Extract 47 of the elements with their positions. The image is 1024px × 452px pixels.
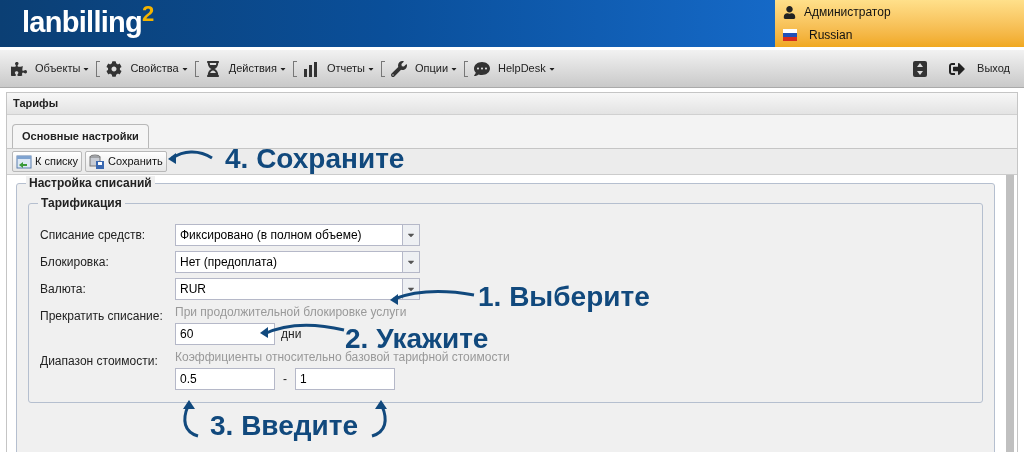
menu-item[interactable]: Отчеты <box>300 60 377 77</box>
dropdown[interactable]: Фиксировано (в полном объеме) <box>175 224 420 246</box>
callout-text: 3. Введите <box>210 412 359 440</box>
field-label: Прекратить списание: <box>40 308 164 325</box>
fieldset-legend: Настройка списаний <box>26 176 155 191</box>
input-field[interactable]: 60 <box>175 323 275 345</box>
user-name[interactable]: Администратор <box>804 3 891 21</box>
user-icon <box>783 5 796 19</box>
settings-icon <box>106 60 123 77</box>
panel-title: Тарифы <box>13 96 59 112</box>
dropdown[interactable]: Нет (предоплата) <box>175 251 420 273</box>
callout-text: 4. Сохраните <box>225 145 405 173</box>
field-label: Диапазон стоимости: <box>40 353 159 370</box>
menu-item[interactable]: Объекты <box>9 60 93 77</box>
tab[interactable]: Основные настройки <box>12 124 149 148</box>
logout-icon <box>949 60 966 77</box>
field-label: Списание средств: <box>40 227 147 244</box>
list-back-icon <box>16 153 32 170</box>
logo: lanbilling$^{2}$ <box>22 4 154 40</box>
input-field[interactable]: 1 <box>295 368 395 390</box>
hourglass-icon <box>204 60 221 77</box>
flag-icon <box>783 29 797 41</box>
language-label[interactable]: Russian <box>809 26 853 44</box>
toolbar-button[interactable]: К списку <box>12 151 82 172</box>
range-separator: - <box>282 371 288 388</box>
fullscreen-icon[interactable] <box>913 60 928 77</box>
menu-item[interactable]: Опции <box>388 60 461 77</box>
field-label: Блокировка: <box>40 254 110 271</box>
input-field[interactable]: 0.5 <box>175 368 275 390</box>
menu-item[interactable]: Действия <box>202 60 289 77</box>
dropdown[interactable]: RUR <box>175 278 420 300</box>
logout-button[interactable]: Выход <box>949 60 1010 77</box>
database-save-icon <box>89 153 105 170</box>
callout-text: 1. Выберите <box>478 283 650 311</box>
callout-arrow <box>168 148 214 164</box>
menu-item[interactable]: Свойства <box>104 60 191 77</box>
unit-label: дни <box>281 326 302 343</box>
puzzle-icon <box>11 60 27 77</box>
hint-text: Коэффициенты относительно базовой тарифной стоимости <box>175 350 510 365</box>
bar-chart-icon <box>302 60 319 77</box>
menu-item[interactable]: HelpDesk <box>472 60 558 77</box>
field-label: Валюта: <box>40 281 87 298</box>
hint-text: При продолжительной блокировке услуги <box>175 305 407 320</box>
toolbar-button[interactable]: Сохранить <box>85 151 167 172</box>
fieldset-legend: Тарификация <box>38 196 125 211</box>
chat-bubble-icon <box>474 60 491 77</box>
wrench-icon <box>390 60 407 77</box>
